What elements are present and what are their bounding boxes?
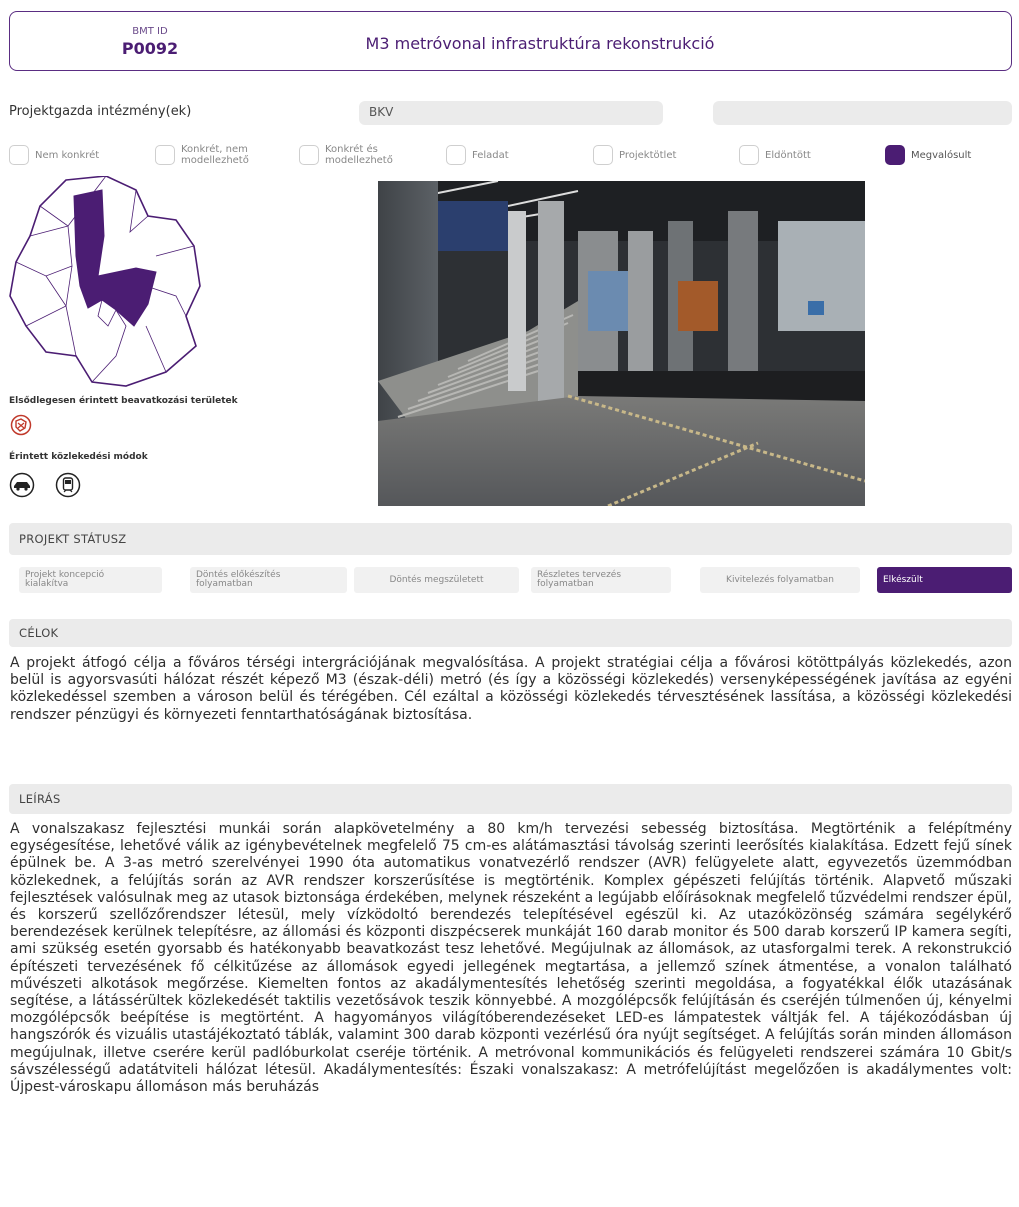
owner-field-secondary [713,101,1012,125]
project-header: BMT ID P0092 M3 metróvonal infrastruktúr… [9,11,1012,71]
category-label: Feladat [472,149,509,161]
bmt-id-label: BMT ID [132,26,168,37]
status-step-completed: Elkészült [877,567,1012,593]
category-concrete-not-modelable[interactable]: Konkrét, nem modellezhető [155,140,285,170]
checkbox-icon[interactable] [299,145,319,165]
category-task[interactable]: Feladat [446,140,576,170]
status-step-decision-prep: Döntés előkészítés folyamatban [190,567,347,593]
area-icon [10,414,32,436]
category-label: Nem konkrét [35,149,100,161]
status-steps: Projekt koncepció kialakítva Döntés elők… [9,563,1012,597]
checkbox-icon[interactable] [593,145,613,165]
owner-label: Projektgazda intézmény(ek) [9,104,192,119]
goals-text: A projekt átfogó célja a főváros térségi… [10,655,1012,723]
status-step-decision-made: Döntés megszületett [354,567,519,593]
category-concrete-modelable[interactable]: Konkrét és modellezhető [299,140,429,170]
status-section-header: PROJEKT STÁTUSZ [9,523,1012,555]
status-step-detailed-design: Részletes tervezés folyamatban [531,567,671,593]
checkbox-checked-icon[interactable] [885,145,905,165]
budapest-district-map [9,176,201,387]
category-label: Projektötlet [619,149,677,161]
status-step-construction: Kivitelezés folyamatban [700,567,860,593]
checkbox-icon[interactable] [446,145,466,165]
category-label: Konkrét, nem modellezhető [181,144,249,166]
category-realized[interactable]: Megvalósult [885,140,1015,170]
car-icon [9,472,35,498]
category-label: Megvalósult [911,149,972,161]
category-label: Konkrét és modellezhető [325,144,393,166]
category-not-concrete[interactable]: Nem konkrét [9,140,149,170]
checkbox-icon[interactable] [9,145,29,165]
checkbox-icon[interactable] [155,145,175,165]
status-step-concept: Projekt koncepció kialakítva [19,567,162,593]
bmt-id-value: P0092 [121,39,179,58]
goals-section-header: CÉLOK [9,619,1012,647]
description-text: A vonalszakasz fejlesztési munkái során … [10,821,1012,1096]
modes-caption: Érintett közlekedési módok [9,452,148,462]
description-section-header: LEÍRÁS [9,784,1012,814]
metro-station-photo [378,181,865,506]
category-idea[interactable]: Projektötlet [593,140,723,170]
category-decided[interactable]: Eldöntött [739,140,869,170]
project-title: M3 metróvonal infrastruktúra rekonstrukc… [365,34,715,53]
category-label: Eldöntött [765,149,811,161]
owner-field-primary: BKV [359,101,663,125]
map-caption: Elsődlegesen érintett beavatkozási terül… [9,396,238,406]
checkbox-icon[interactable] [739,145,759,165]
metro-icon [55,472,81,498]
